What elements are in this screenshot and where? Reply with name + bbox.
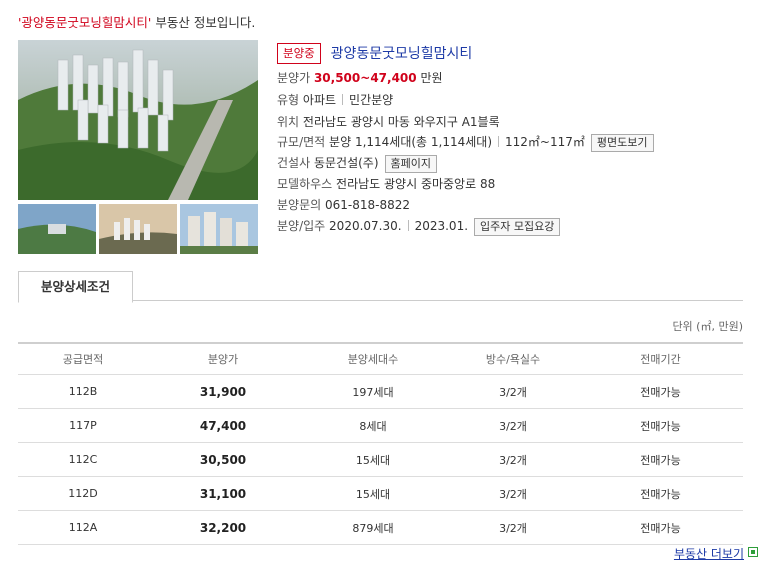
floorplan-button[interactable]: 평면도보기 xyxy=(590,133,654,152)
cell-area: 117P xyxy=(18,408,148,443)
cell-resale: 전매가능 xyxy=(578,408,743,443)
cell-price: 31,900 xyxy=(148,374,298,409)
cell-resale: 전매가능 xyxy=(578,510,743,545)
cell-units: 879세대 xyxy=(298,510,448,545)
table-row: 112D 31,100 15세대 3/2개 전매가능 xyxy=(18,476,743,511)
main-complex-photo[interactable] xyxy=(18,40,258,200)
dates-label: 분양/입주 xyxy=(277,219,326,233)
divider xyxy=(342,94,344,105)
cell-units: 15세대 xyxy=(298,442,448,477)
type-row: 유형 아파트 민간분양 xyxy=(277,91,393,109)
scale-label: 규모/면적 xyxy=(277,135,326,149)
table-row: 112B 31,900 197세대 3/2개 전매가능 xyxy=(18,374,743,409)
cell-resale: 전매가능 xyxy=(578,374,743,409)
location-value: 전라남도 광양시 마동 와우지구 A1블록 xyxy=(302,115,500,129)
sale-date: 2020.07.30. xyxy=(329,219,402,233)
modelhouse-label: 모델하우스 xyxy=(277,177,333,191)
header-area: 공급면적 xyxy=(18,342,148,375)
price-label: 분양가 xyxy=(277,71,311,85)
thumbnail-2-image xyxy=(99,204,177,254)
modelhouse-value: 전라남도 광양시 중마중앙로 88 xyxy=(336,177,496,191)
table-header-row: 공급면적 분양가 분양세대수 방수/욕실수 전매기간 xyxy=(18,342,743,375)
sale-type-value: 민간분양 xyxy=(349,93,394,107)
inquiry-row: 분양문의 061-818-8822 xyxy=(277,196,410,214)
builder-label: 건설사 xyxy=(277,156,311,170)
cell-rooms: 3/2개 xyxy=(448,408,578,443)
table-row: 112C 30,500 15세대 3/2개 전매가능 xyxy=(18,442,743,477)
cell-resale: 전매가능 xyxy=(578,476,743,511)
price-row: 분양가 30,500~47,400 만원 xyxy=(277,69,443,87)
table-row: 112A 32,200 879세대 3/2개 전매가능 xyxy=(18,510,743,545)
homepage-button[interactable]: 홈페이지 xyxy=(384,154,438,173)
cell-price: 47,400 xyxy=(148,408,298,443)
type-label: 유형 xyxy=(277,93,300,107)
photo-thumbnails xyxy=(18,204,258,254)
cell-area: 112C xyxy=(18,442,148,477)
table-row: 117P 47,400 8세대 3/2개 전매가능 xyxy=(18,408,743,443)
cell-price: 31,100 xyxy=(148,476,298,511)
price-unit: 만원 xyxy=(420,71,443,85)
external-link-icon[interactable] xyxy=(748,547,758,557)
aerial-rendering-image xyxy=(18,40,258,200)
builder-value: 동문건설(주) xyxy=(313,156,379,170)
cell-rooms: 3/2개 xyxy=(448,374,578,409)
heading-suffix: 부동산 정보입니다. xyxy=(155,15,256,30)
divider xyxy=(498,136,500,147)
builder-row: 건설사 동문건설(주) 홈페이지 xyxy=(277,154,438,173)
cell-rooms: 3/2개 xyxy=(448,442,578,477)
move-in-date: 2023.01. xyxy=(414,219,469,233)
cell-units: 197세대 xyxy=(298,374,448,409)
cell-area: 112D xyxy=(18,476,148,511)
page-heading: '광양동문굿모닝힐맘시티' 부동산 정보입니다. xyxy=(18,12,255,31)
scale-value: 분양 1,114세대(총 1,114세대) xyxy=(329,135,493,149)
heading-complex-name: '광양동문굿모닝힐맘시티' xyxy=(18,15,152,30)
cell-area: 112A xyxy=(18,510,148,545)
thumbnail-1-image xyxy=(18,204,96,254)
cell-price: 30,500 xyxy=(148,442,298,477)
thumbnail-2[interactable] xyxy=(99,204,177,254)
thumbnail-1[interactable] xyxy=(18,204,96,254)
divider xyxy=(407,220,409,231)
type-value: 아파트 xyxy=(302,93,337,107)
header-resale: 전매기간 xyxy=(578,342,743,375)
price-value: 30,500~47,400 xyxy=(313,71,417,85)
inquiry-phone: 061-818-8822 xyxy=(325,198,411,212)
cell-area: 112B xyxy=(18,374,148,409)
header-price: 분양가 xyxy=(148,342,298,375)
cell-rooms: 3/2개 xyxy=(448,476,578,511)
dates-row: 분양/입주 2020.07.30. 2023.01. 입주자 모집요강 xyxy=(277,217,561,236)
scale-row: 규모/면적 분양 1,114세대(총 1,114세대) 112㎡~117㎡ 평면도보… xyxy=(277,133,654,152)
modelhouse-row: 모델하우스 전라남도 광양시 중마중앙로 88 xyxy=(277,175,495,193)
unit-note: 단위 (㎡, 만원) xyxy=(672,320,743,333)
cell-units: 15세대 xyxy=(298,476,448,511)
notice-button[interactable]: 입주자 모집요강 xyxy=(474,217,561,236)
area-value: 112㎡~117㎡ xyxy=(505,135,585,149)
thumbnail-3[interactable] xyxy=(180,204,258,254)
location-label: 위치 xyxy=(277,115,300,129)
location-row: 위치 전라남도 광양시 마동 와우지구 A1블록 xyxy=(277,113,500,131)
inquiry-label: 분양문의 xyxy=(277,198,322,212)
cell-resale: 전매가능 xyxy=(578,442,743,477)
cell-price: 32,200 xyxy=(148,510,298,545)
status-badge: 분양중 xyxy=(277,43,321,64)
cell-units: 8세대 xyxy=(298,408,448,443)
more-realestate-link[interactable]: 부동산 더보기 xyxy=(674,545,744,562)
tab-sale-details[interactable]: 분양상세조건 xyxy=(18,271,133,303)
thumbnail-3-image xyxy=(180,204,258,254)
header-units: 분양세대수 xyxy=(298,342,448,375)
cell-rooms: 3/2개 xyxy=(448,510,578,545)
header-rooms: 방수/욕실수 xyxy=(448,342,578,375)
listing-title[interactable]: 광양동문굿모닝힐맘시티 xyxy=(331,46,473,62)
sale-conditions-table: 공급면적 분양가 분양세대수 방수/욕실수 전매기간 112B 31,900 1… xyxy=(18,342,743,545)
